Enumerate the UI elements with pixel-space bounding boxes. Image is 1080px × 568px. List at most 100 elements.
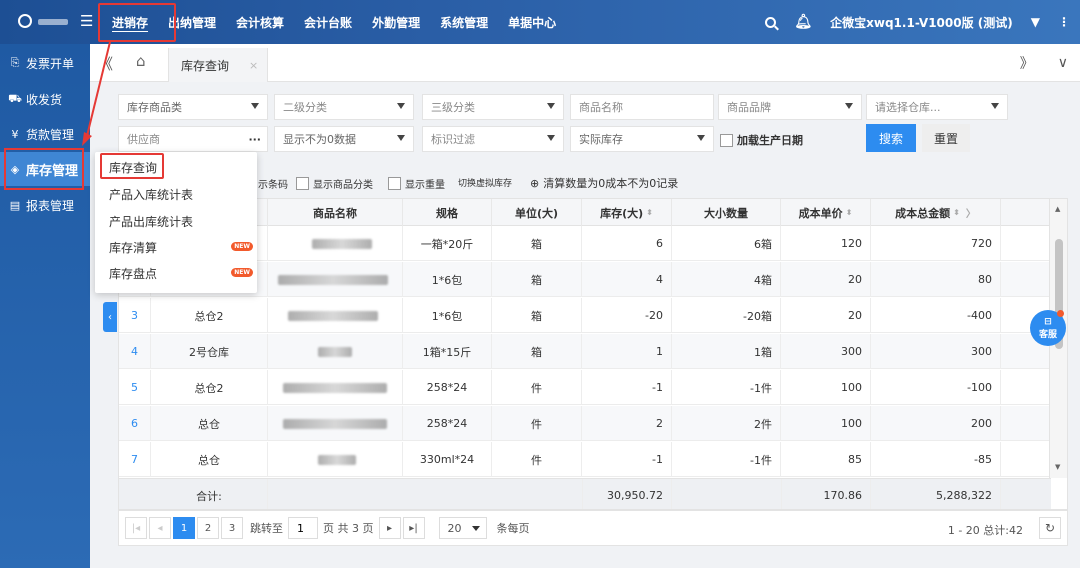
table-row[interactable]: 1*6包箱 4 4箱 20 80 — [119, 262, 1051, 297]
col-unit-cost-label: 成本单价 — [798, 206, 843, 220]
search-button[interactable]: 搜索 — [866, 124, 916, 152]
sidebar-item-label: 收发货 — [26, 92, 63, 107]
next-page-button[interactable]: ▸ — [378, 517, 401, 539]
sidebar-item-reports[interactable]: ▤ 报表管理 — [0, 188, 90, 222]
supplier-input[interactable]: 供应商 ··· — [118, 126, 268, 152]
show-mode-select[interactable]: 显示不为0数据 — [274, 126, 414, 152]
category2-select[interactable]: 二级分类 — [274, 94, 414, 120]
sort-icon[interactable]: ⬍ — [953, 208, 960, 217]
cell-idx[interactable]: 5 — [119, 370, 151, 405]
account-caret-icon[interactable]: ▼ — [1031, 15, 1040, 29]
bell-icon[interactable]: 🔔︎ — [794, 14, 812, 30]
col-stock[interactable]: 库存(大) ⬍ — [582, 199, 672, 226]
nav-field[interactable]: 外勤管理 — [372, 14, 420, 31]
scroll-down-icon[interactable]: ▼ — [1055, 463, 1060, 471]
sort-icon[interactable]: ⬍ — [646, 208, 653, 217]
footer-total-cost: 5,288,322 — [871, 479, 1001, 509]
page-3-button[interactable]: 3 — [221, 517, 243, 539]
chevron-down-icon — [471, 526, 480, 531]
user-avatar-icon[interactable] — [18, 14, 32, 28]
page-size-select[interactable]: 20 — [438, 517, 487, 539]
nav-accounting[interactable]: 会计核算 — [236, 14, 284, 31]
more-icon[interactable]: ⋮ — [1058, 15, 1070, 29]
account-selector[interactable]: 企微宝xwq1.1-V1000版 (测试) — [830, 14, 1013, 31]
page-1-button[interactable]: 1 — [173, 517, 195, 539]
stock-type-select[interactable]: 实际库存 — [570, 126, 714, 152]
jump-page-input[interactable] — [288, 517, 318, 539]
table-row[interactable]: 5 总仓2 258*24 件 -1 -1件 100 -100 — [119, 370, 1051, 405]
cell-idx[interactable]: 3 — [119, 298, 151, 333]
cell-stock: 6 — [582, 226, 672, 261]
forward-icon[interactable]: 》 — [1020, 53, 1034, 73]
tag-filter-select[interactable]: 标识过滤 — [422, 126, 564, 152]
cell-unit-cost: 300 — [781, 334, 871, 369]
last-page-button[interactable]: ▸| — [402, 517, 425, 539]
table-toolbar: 示条码 显示商品分类 显示重量 切换虚拟库存 ⊕ 清算数量为0成本不为0记录 — [118, 170, 1068, 196]
checkbox-box[interactable] — [720, 133, 733, 147]
nav-documents[interactable]: 单据中心 — [508, 14, 556, 31]
reset-button[interactable]: 重置 — [922, 124, 970, 152]
category3-select[interactable]: 三级分类 — [422, 94, 564, 120]
close-icon[interactable]: × — [249, 59, 258, 72]
cell-product-name — [268, 334, 403, 369]
table-row[interactable]: 一箱*20斤箱 6 6箱 120 720 — [119, 226, 1051, 261]
submenu-item-inventory-clearing[interactable]: 库存清算 NEW — [95, 234, 257, 260]
home-icon[interactable]: ⌂ — [136, 52, 146, 70]
category1-select[interactable]: 库存商品类 — [118, 94, 268, 120]
table-row[interactable]: 6 总仓 258*24 件 2 2件 100 200 — [119, 406, 1051, 441]
submenu-item-stocktake[interactable]: 库存盘点 NEW — [95, 260, 257, 286]
col-spec[interactable]: 规格 — [403, 199, 492, 226]
brand-select[interactable]: 商品品牌 — [718, 94, 862, 120]
cell-total-cost: -400 — [871, 298, 1001, 333]
col-product-name[interactable]: 商品名称 — [268, 199, 403, 226]
cell-spec: 258*24 — [403, 406, 492, 441]
menu-toggle-icon[interactable]: ☰ — [80, 12, 93, 30]
sidebar-item-payment[interactable]: ¥ 货款管理 — [0, 117, 90, 151]
col-unit[interactable]: 单位(大) — [492, 199, 582, 226]
col-total-cost[interactable]: 成本总金额 ⬍ 〉 — [871, 199, 1001, 226]
col-qty[interactable]: 大小数量 — [672, 199, 781, 226]
cell-unit-cost: 120 — [781, 226, 871, 261]
warehouse-select[interactable]: 请选择仓库... — [866, 94, 1008, 120]
customer-service-label: 客服 — [1038, 329, 1057, 340]
submenu-item-outbound-stats[interactable]: 产品出库统计表 — [95, 208, 257, 234]
clear-records-button[interactable]: ⊕ 清算数量为0成本不为0记录 — [530, 175, 678, 191]
cell-idx[interactable]: 6 — [119, 406, 151, 441]
checkbox-box[interactable] — [296, 177, 309, 190]
table-row[interactable]: 7 总仓 330ml*24 件 -1 -1件 85 -85 — [119, 442, 1051, 477]
switch-virtual-link[interactable]: 切换虚拟库存 — [458, 176, 512, 189]
submenu-item-inbound-stats[interactable]: 产品入库统计表 — [95, 181, 257, 207]
table-row[interactable]: 4 2号仓库 1箱*15斤箱 1 1箱 300 300 — [119, 334, 1051, 369]
product-name-input[interactable]: 商品名称 — [570, 94, 714, 120]
add-date-checkbox[interactable]: 加载生产日期 — [720, 132, 803, 148]
notification-dot — [1057, 310, 1064, 317]
search-icon[interactable] — [765, 16, 777, 28]
col-unit-cost[interactable]: 成本单价 ⬍ — [781, 199, 871, 226]
customer-service-button[interactable]: ⊟ 客服 — [1030, 310, 1066, 346]
first-page-button[interactable]: |◂ — [125, 517, 147, 539]
tab-inventory-query[interactable]: 库存查询 × — [168, 48, 268, 82]
chevron-right-icon[interactable]: 〉 — [966, 205, 976, 220]
sidebar-item-invoice[interactable]: ⎘ 发票开单 — [0, 46, 90, 80]
cell-idx[interactable]: 4 — [119, 334, 151, 369]
barcode-option[interactable]: 示条码 — [258, 176, 288, 191]
collapse-sidebar-icon[interactable]: 《 — [98, 53, 113, 74]
refresh-icon[interactable]: ↻ — [1039, 517, 1061, 539]
chevron-down-icon[interactable]: ∨ — [1058, 55, 1068, 71]
show-category-checkbox[interactable]: 显示商品分类 — [296, 176, 373, 191]
scroll-up-icon[interactable]: ▲ — [1055, 205, 1060, 213]
table-row[interactable]: 3 总仓2 1*6包箱 -20 -20箱 20 -400 — [119, 298, 1051, 333]
prev-page-button[interactable]: ◂ — [149, 517, 171, 539]
more-options-icon[interactable]: ··· — [248, 133, 261, 146]
show-weight-checkbox[interactable]: 显示重量 — [388, 176, 445, 191]
collapse-panel-tab[interactable]: ‹ — [103, 302, 117, 332]
checkbox-box[interactable] — [388, 177, 401, 190]
nav-ledger[interactable]: 会计台账 — [304, 14, 352, 31]
page-2-button[interactable]: 2 — [197, 517, 219, 539]
sort-icon[interactable]: ⬍ — [846, 208, 853, 217]
stock-type-value: 实际库存 — [579, 133, 623, 146]
cell-idx[interactable]: 7 — [119, 442, 151, 477]
sidebar-item-label: 货款管理 — [26, 127, 75, 142]
sidebar-item-shipping[interactable]: ⛟ 收发货 — [0, 82, 90, 116]
nav-system[interactable]: 系统管理 — [440, 14, 488, 31]
